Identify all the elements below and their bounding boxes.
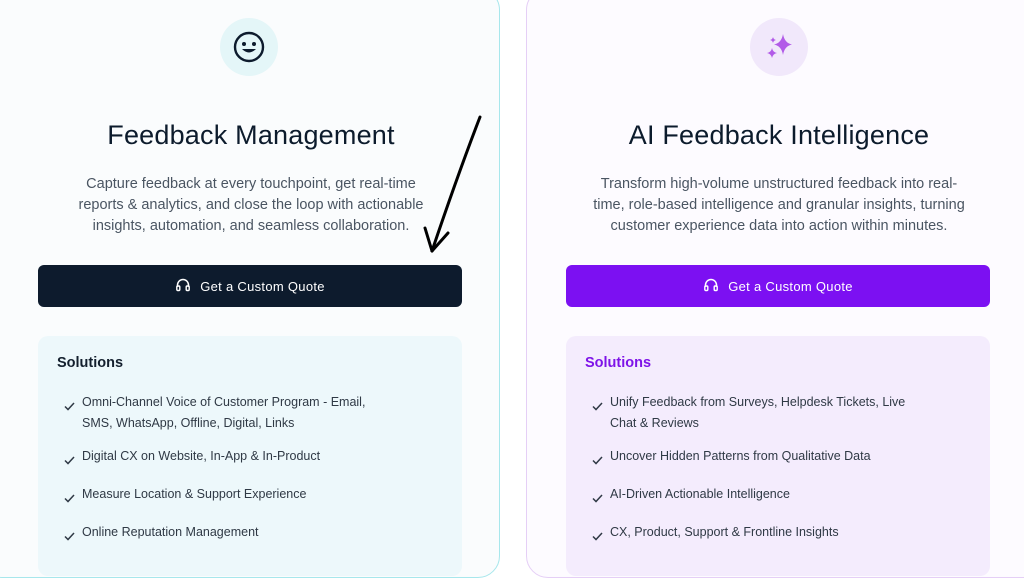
ai-feedback-intelligence-card: AI Feedback Intelligence Transform high-… [526, 0, 1024, 578]
smiley-face-icon [220, 18, 278, 76]
solutions-list: Omni-Channel Voice of Customer Program -… [64, 392, 382, 560]
button-label: Get a Custom Quote [728, 278, 853, 294]
card-title: AI Feedback Intelligence [628, 120, 930, 150]
list-item: Uncover Hidden Patterns from Qualitative… [592, 446, 910, 472]
list-item: Online Reputation Management [64, 522, 382, 548]
checkmark-icon [64, 522, 82, 548]
solutions-panel: Solutions Unify Feedback from Surveys, H… [566, 336, 990, 576]
headset-icon [175, 277, 191, 296]
checkmark-icon [592, 484, 610, 510]
list-item: Omni-Channel Voice of Customer Program -… [64, 392, 382, 434]
solutions-panel: Solutions Omni-Channel Voice of Customer… [38, 336, 462, 576]
get-custom-quote-button[interactable]: Get a Custom Quote [38, 265, 462, 307]
list-item: AI-Driven Actionable Intelligence [592, 484, 910, 510]
checkmark-icon [64, 392, 82, 418]
sparkles-icon [750, 18, 808, 76]
list-item: CX, Product, Support & Frontline Insight… [592, 522, 910, 548]
solutions-list: Unify Feedback from Surveys, Helpdesk Ti… [592, 392, 910, 560]
button-label: Get a Custom Quote [200, 278, 325, 294]
annotation-arrow-icon [423, 115, 482, 253]
card-description: Capture feedback at every touchpoint, ge… [78, 176, 424, 234]
checkmark-icon [592, 522, 610, 548]
headset-icon [703, 277, 719, 296]
checkmark-icon [592, 446, 610, 472]
solutions-title: Solutions [57, 355, 124, 371]
card-description: Transform high-volume unstructured feedb… [593, 176, 965, 234]
feedback-management-card: Feedback Management Capture feedback at … [0, 0, 500, 578]
checkmark-icon [64, 446, 82, 472]
checkmark-icon [64, 484, 82, 510]
list-item: Unify Feedback from Surveys, Helpdesk Ti… [592, 392, 910, 434]
solutions-title: Solutions [585, 355, 652, 371]
list-item: Digital CX on Website, In-App & In-Produ… [64, 446, 382, 472]
checkmark-icon [592, 392, 610, 418]
list-item: Measure Location & Support Experience [64, 484, 382, 510]
get-custom-quote-button[interactable]: Get a Custom Quote [566, 265, 990, 307]
